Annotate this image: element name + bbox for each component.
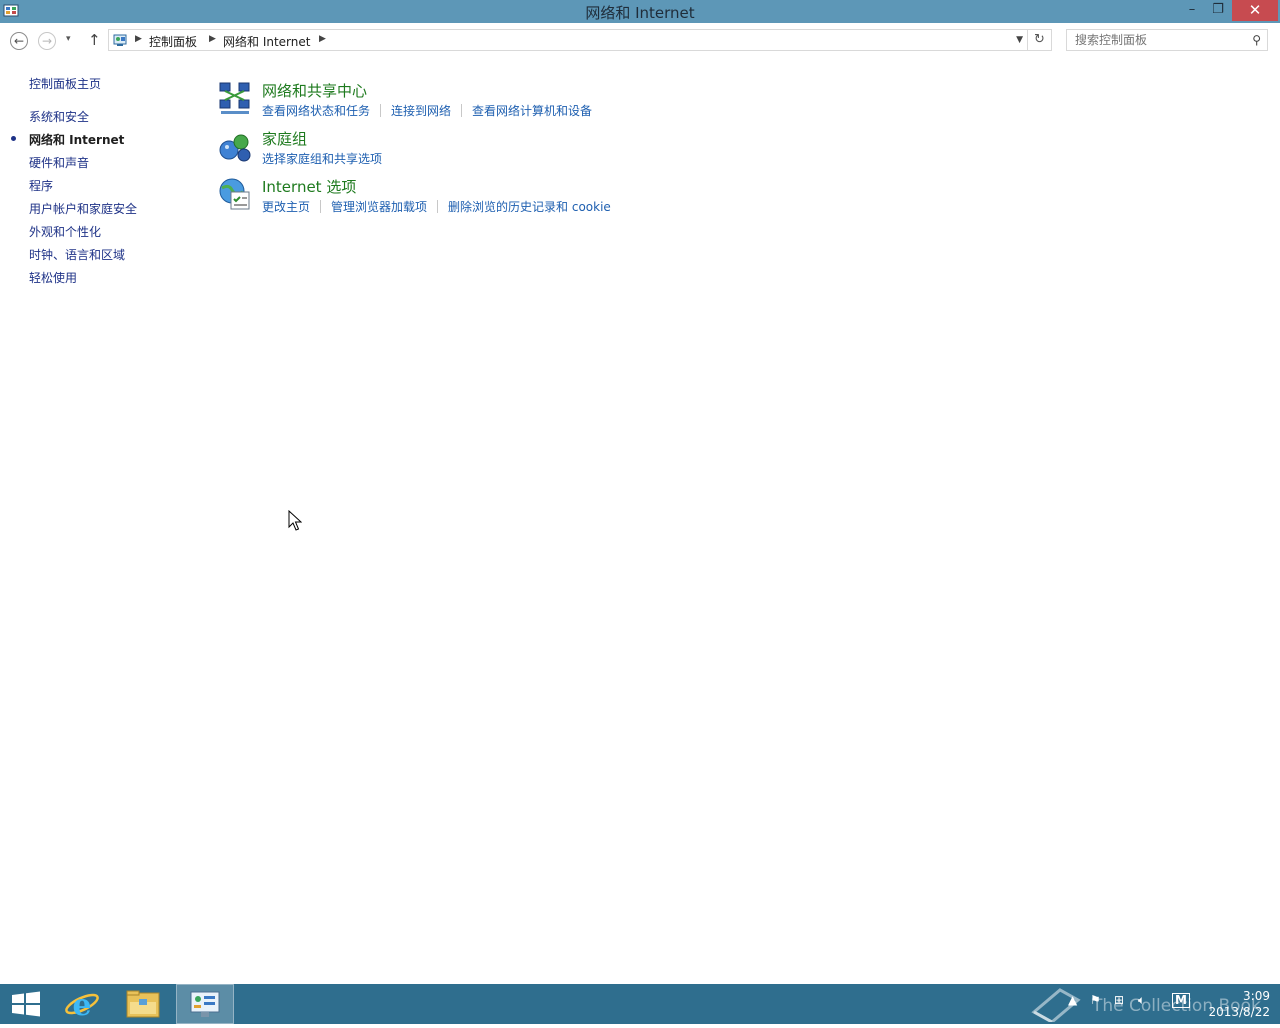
windows-logo-icon (12, 991, 40, 1017)
sidebar-item-clock-language-region[interactable]: 时钟、语言和区域 (29, 246, 125, 263)
address-bar[interactable]: ▶ 控制面板 ▶ 网络和 Internet ▶ ▼ (108, 29, 1028, 51)
volume-icon[interactable]: 🔈︎ (1138, 993, 1145, 1008)
sidebar-item-control-panel-home[interactable]: 控制面板主页 (29, 75, 101, 92)
internet-explorer-taskbar-button[interactable]: e (54, 984, 110, 1024)
minimize-button[interactable]: – (1180, 0, 1204, 21)
current-item-bullet-icon (11, 136, 16, 141)
link-delete-history-cookies[interactable]: 删除浏览的历史记录和 cookie (448, 200, 611, 214)
control-panel-icon (113, 34, 127, 46)
link-divider (320, 200, 322, 213)
category-title[interactable]: Internet 选项 (262, 176, 356, 197)
homegroup-icon[interactable] (217, 128, 253, 164)
taskbar: e (0, 984, 1280, 1024)
window-title: 网络和 Internet (585, 4, 695, 22)
link-divider (437, 200, 439, 213)
control-panel-taskbar-button[interactable] (176, 984, 234, 1024)
folder-icon (126, 990, 160, 1018)
maximize-button[interactable]: ❐ (1206, 0, 1230, 21)
network-icon[interactable]: ⊞ (1114, 993, 1124, 1007)
internet-options-icon[interactable] (217, 176, 253, 212)
clock[interactable]: 3:09 2013/8/22 (1200, 988, 1270, 1020)
sidebar-item-hardware-sound[interactable]: 硬件和声音 (29, 154, 89, 171)
title-bar: 网络和 Internet – ❐ ✕ (0, 0, 1280, 23)
internet-explorer-icon: e (65, 988, 99, 1023)
close-button[interactable]: ✕ (1232, 0, 1278, 21)
breadcrumb-control-panel[interactable]: 控制面板 (149, 33, 197, 50)
up-button[interactable]: ↑ (88, 31, 101, 49)
sidebar-item-system-security[interactable]: 系统和安全 (29, 108, 89, 125)
clock-date: 2013/8/22 (1208, 1005, 1270, 1019)
breadcrumb-separator-icon[interactable]: ▶ (135, 34, 142, 44)
breadcrumb-separator-icon[interactable]: ▶ (319, 34, 326, 44)
back-button[interactable]: ← (10, 32, 28, 50)
action-center-flag-icon[interactable]: ⚑ (1090, 993, 1101, 1007)
control-panel-icon (190, 991, 220, 1017)
search-icon[interactable]: ⚲ (1252, 33, 1261, 47)
category-links: 查看网络状态和任务 连接到网络 查看网络计算机和设备 (262, 102, 592, 119)
sidebar-item-programs[interactable]: 程序 (29, 177, 53, 194)
refresh-button[interactable]: ↻ (1028, 29, 1052, 51)
svg-text:e: e (72, 988, 91, 1023)
sidebar-item-user-accounts[interactable]: 用户帐户和家庭安全 (29, 200, 137, 217)
clock-time: 3:09 (1243, 989, 1270, 1003)
sidebar-item-network-internet[interactable]: 网络和 Internet (29, 131, 124, 148)
recent-locations-dropdown[interactable]: ▾ (66, 34, 71, 44)
link-view-network-computers[interactable]: 查看网络计算机和设备 (472, 104, 592, 118)
navigation-bar: ← → ▾ ↑ ▶ 控制面板 ▶ 网络和 Internet ▶ ▼ ↻ ⚲ (0, 23, 1280, 57)
link-divider (461, 104, 463, 117)
link-divider (380, 104, 382, 117)
search-input[interactable] (1067, 30, 1250, 50)
start-button[interactable] (0, 984, 56, 1024)
breadcrumb-network-internet[interactable]: 网络和 Internet (223, 33, 310, 50)
search-box[interactable]: ⚲ (1066, 29, 1268, 51)
category-links: 选择家庭组和共享选项 (262, 150, 382, 167)
show-hidden-icons-icon[interactable]: ▲ (1068, 993, 1077, 1007)
category-links: 更改主页 管理浏览器加载项 删除浏览的历史记录和 cookie (262, 198, 611, 215)
file-explorer-taskbar-button[interactable] (115, 984, 171, 1024)
input-method-indicator[interactable]: M (1172, 993, 1190, 1008)
address-history-chevron-icon[interactable]: ▼ (1016, 35, 1023, 45)
mouse-cursor-icon (288, 510, 302, 531)
link-change-home-page[interactable]: 更改主页 (262, 200, 310, 214)
category-title[interactable]: 家庭组 (262, 128, 307, 149)
link-homegroup-sharing-options[interactable]: 选择家庭组和共享选项 (262, 152, 382, 166)
link-view-network-status[interactable]: 查看网络状态和任务 (262, 104, 370, 118)
forward-button[interactable]: → (38, 32, 56, 50)
breadcrumb-separator-icon[interactable]: ▶ (209, 34, 216, 44)
category-title[interactable]: 网络和共享中心 (262, 80, 367, 101)
link-manage-addons[interactable]: 管理浏览器加载项 (331, 200, 427, 214)
sidebar-item-ease-of-access[interactable]: 轻松使用 (29, 269, 77, 286)
sidebar-item-appearance[interactable]: 外观和个性化 (29, 223, 101, 240)
network-sharing-center-icon[interactable] (217, 80, 253, 116)
link-connect-to-network[interactable]: 连接到网络 (391, 104, 451, 118)
